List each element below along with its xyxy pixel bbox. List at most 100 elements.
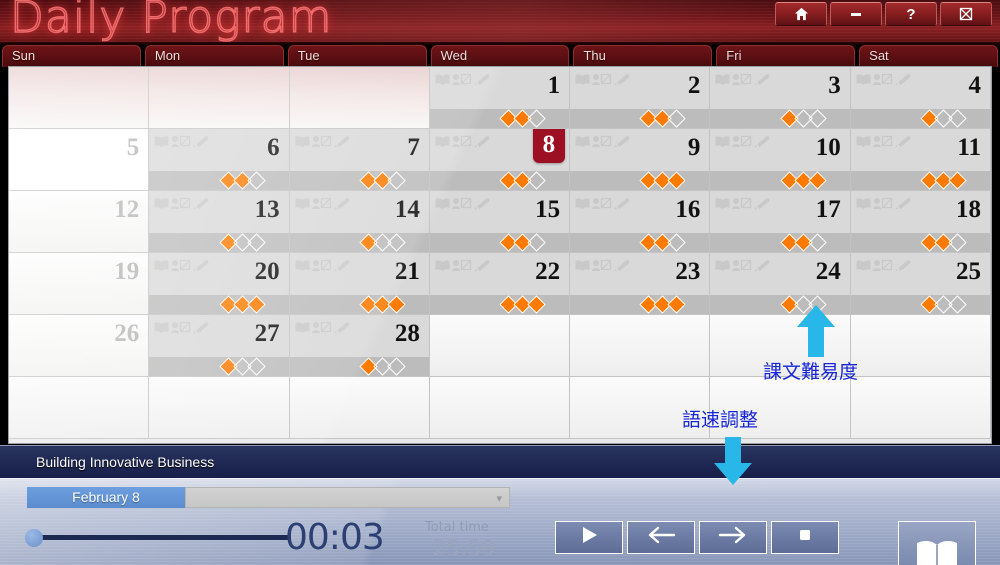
- weekday-tab-sat: Sat: [859, 45, 999, 67]
- difficulty-indicator: [570, 171, 710, 190]
- cell-content-icons: [575, 197, 632, 210]
- close-button[interactable]: [940, 2, 992, 26]
- cell-top: 4: [850, 67, 990, 109]
- cell-content-icons: [715, 135, 772, 148]
- day-number: 15: [535, 196, 561, 223]
- day-number: 27: [254, 320, 280, 347]
- day-number: 11: [957, 134, 981, 161]
- day-number: 14: [394, 196, 420, 223]
- difficulty-diamond: [527, 295, 546, 314]
- day-number: 24: [815, 258, 841, 285]
- weekday-tab-mon: Mon: [144, 45, 284, 67]
- calendar-day-cell[interactable]: 1: [429, 67, 571, 129]
- calendar-day-cell[interactable]: 20: [149, 253, 290, 315]
- calendar-day-cell[interactable]: 22: [429, 253, 571, 315]
- weekday-tab-sun: Sun: [2, 45, 141, 67]
- cell-content-icons: [575, 73, 632, 86]
- cell-top: 23: [570, 253, 710, 295]
- difficulty-indicator: [429, 171, 570, 190]
- calendar-day-cell: 12: [9, 191, 150, 253]
- calendar-day-cell[interactable]: 27: [149, 315, 290, 377]
- calendar-day-cell[interactable]: 6: [149, 129, 290, 191]
- difficulty-diamond: [808, 233, 827, 252]
- total-time-label: Total time: [425, 520, 489, 535]
- cell-content-icons: [715, 197, 772, 210]
- day-number: 19: [114, 258, 140, 285]
- difficulty-indicator: [710, 233, 850, 252]
- cell-content-icons: [856, 259, 913, 272]
- cell-top: [851, 315, 990, 357]
- calendar-day-cell[interactable]: 9: [570, 129, 711, 191]
- cell-top: 1: [429, 67, 570, 109]
- cell-top: 18: [850, 191, 990, 233]
- calendar-day-cell[interactable]: 11: [850, 129, 991, 191]
- seek-slider[interactable]: [25, 527, 291, 549]
- app-title: Daily Program: [9, 0, 333, 44]
- day-number: 18: [956, 196, 981, 223]
- calendar-day-cell[interactable]: 3: [710, 67, 851, 129]
- cell-top: 22: [429, 253, 570, 295]
- calendar-empty-cell: [429, 315, 571, 377]
- calendar-day-cell[interactable]: 28: [289, 315, 430, 377]
- help-button[interactable]: ?: [885, 2, 937, 26]
- cell-top: [851, 377, 990, 419]
- cell-top: 27: [149, 315, 289, 357]
- home-button[interactable]: [775, 2, 827, 26]
- play-icon: [578, 525, 600, 550]
- cell-top: [430, 315, 569, 357]
- chevron-down-icon: ▾: [496, 493, 502, 505]
- minimize-button[interactable]: [830, 2, 882, 26]
- calendar-day-cell[interactable]: 2: [570, 67, 711, 129]
- cell-content-icons: [295, 321, 352, 334]
- calendar-empty-cell: [9, 67, 150, 129]
- transport-controls: [555, 521, 839, 554]
- date-select[interactable]: ▾: [185, 487, 510, 508]
- annotation-arrow-difficulty: [795, 305, 837, 362]
- difficulty-diamond: [667, 233, 687, 252]
- calendar-day-cell[interactable]: 14: [289, 191, 430, 253]
- cell-top: 7: [289, 129, 429, 171]
- cell-top: 28: [289, 315, 429, 357]
- calendar-day-cell[interactable]: 18: [850, 191, 991, 253]
- next-button[interactable]: [699, 521, 767, 554]
- weekday-tab-fri: Fri: [716, 45, 856, 67]
- calendar-day-cell[interactable]: 25: [850, 253, 991, 315]
- day-number: 12: [114, 196, 140, 223]
- calendar-day-cell[interactable]: 16: [570, 191, 711, 253]
- open-book-button[interactable]: [898, 521, 976, 565]
- calendar-day-cell[interactable]: 17: [710, 191, 851, 253]
- calendar-day-cell[interactable]: 13: [149, 191, 290, 253]
- difficulty-indicator: [289, 171, 429, 190]
- cell-content-icons: [575, 259, 632, 272]
- calendar-day-cell[interactable]: 15: [429, 191, 571, 253]
- weekday-tab-tue: Tue: [287, 45, 427, 67]
- cell-content-icons: [435, 73, 492, 86]
- day-number: 21: [394, 258, 420, 285]
- cell-content-icons: [295, 259, 352, 272]
- difficulty-diamond: [527, 233, 546, 252]
- calendar-day-cell[interactable]: 10: [710, 129, 851, 191]
- cell-content-icons: [435, 135, 492, 148]
- annotation-speed-label: 語速調整: [682, 409, 759, 431]
- difficulty-indicator: [710, 109, 850, 128]
- selected-date-chip[interactable]: February 8: [27, 487, 185, 508]
- cell-top: 25: [850, 253, 990, 295]
- stop-button[interactable]: [771, 521, 839, 554]
- day-number: 23: [675, 258, 701, 285]
- difficulty-indicator: [289, 357, 429, 376]
- calendar-day-cell[interactable]: 21: [289, 253, 430, 315]
- difficulty-indicator: [289, 233, 429, 252]
- calendar-day-cell[interactable]: 4: [850, 67, 991, 129]
- seek-knob[interactable]: [25, 529, 43, 547]
- previous-button[interactable]: [627, 521, 695, 554]
- player-body: February 8 ▾ 00:03 Total time 25:59: [0, 478, 1000, 565]
- cell-top: [290, 67, 429, 109]
- day-number: 8: [532, 129, 566, 163]
- difficulty-indicator: [570, 233, 710, 252]
- day-number: 3: [828, 72, 841, 99]
- calendar-day-cell[interactable]: 7: [289, 129, 430, 191]
- play-button[interactable]: [555, 521, 623, 554]
- calendar-day-cell[interactable]: 23: [570, 253, 711, 315]
- calendar-day-cell[interactable]: 8: [429, 129, 571, 191]
- calendar-empty-cell: [289, 377, 430, 439]
